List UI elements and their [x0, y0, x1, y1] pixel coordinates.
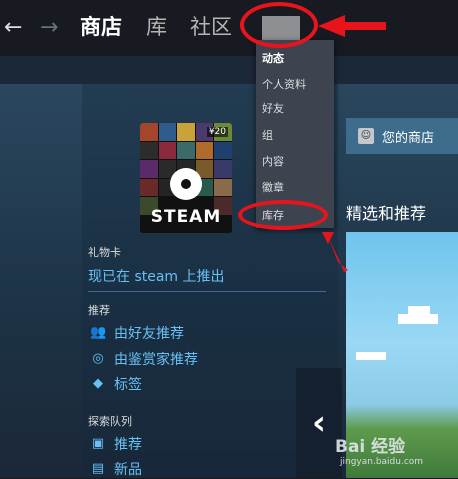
tab-library[interactable]: 库 — [146, 12, 167, 42]
menu-item-activity[interactable]: 动态 — [262, 50, 284, 66]
tag-icon: ◆ — [93, 376, 103, 391]
gift-card-heading: 礼物卡 — [88, 246, 121, 259]
friends-icon: 👥 — [90, 325, 107, 340]
queue-icon: ▣ — [91, 436, 105, 451]
tab-community[interactable]: 社区 — [190, 12, 232, 42]
arrow-left-icon[interactable]: ← — [4, 14, 22, 42]
steam-gift-card-image[interactable]: ¥20 STEAM — [140, 123, 232, 233]
panel-item-tags[interactable]: ◆ 标签 — [90, 374, 142, 394]
carousel-prev-button[interactable]: ‹ — [296, 368, 342, 478]
your-store-button[interactable]: ☺ 您的商店 — [346, 118, 458, 154]
tab-store[interactable]: 商店 — [80, 12, 122, 42]
cloud-shape — [356, 352, 386, 360]
featured-heading: 精选和推荐 — [346, 204, 427, 223]
menu-item-groups[interactable]: 组 — [262, 127, 273, 143]
menu-item-badges[interactable]: 徽章 — [262, 179, 284, 195]
gift-card-price-badge: ¥20 — [206, 127, 228, 137]
cloud-shape — [408, 306, 430, 316]
panel-item-queue[interactable]: ▣ 推荐 — [90, 434, 142, 454]
chevron-left-icon: ‹ — [311, 403, 326, 443]
annotation-circle-inventory — [238, 200, 328, 230]
gift-card-brand: STEAM — [150, 207, 222, 227]
arrow-right-icon[interactable]: → — [40, 14, 58, 42]
your-store-label: 您的商店 — [382, 130, 435, 146]
panel-item-curators[interactable]: ◎ 由鉴赏家推荐 — [90, 349, 198, 369]
watermark-logo: Bai 经验 — [335, 437, 406, 457]
panel-item-new[interactable]: ▤ 新品 — [90, 459, 142, 479]
menu-item-friends[interactable]: 好友 — [262, 100, 284, 116]
section-divider — [88, 291, 326, 292]
queue-heading: 探索队列 — [88, 415, 132, 428]
curator-icon: ◎ — [92, 351, 104, 366]
gift-card-link[interactable]: 现已在 steam 上推出 — [88, 266, 225, 286]
annotation-circle-username — [240, 2, 318, 48]
new-icon: ▤ — [91, 461, 105, 476]
steam-logo-center — [181, 179, 191, 189]
panel-item-friends[interactable]: 👥 由好友推荐 — [90, 323, 184, 343]
top-navigation-bar: ← → 商店 库 社区 — [0, 0, 458, 56]
panel-item-label: 由好友推荐 — [114, 326, 184, 342]
panel-item-label: 新品 — [114, 462, 142, 478]
panel-item-label: 标签 — [114, 377, 142, 393]
panel-item-label: 推荐 — [114, 437, 142, 453]
panel-item-label: 由鉴赏家推荐 — [114, 352, 198, 368]
avatar: ☺ — [358, 128, 374, 144]
menu-item-profile[interactable]: 个人资料 — [262, 76, 306, 92]
menu-item-content[interactable]: 内容 — [262, 153, 284, 169]
watermark-url: jingyan.baidu.com — [340, 457, 424, 467]
recommend-heading: 推荐 — [88, 304, 110, 317]
